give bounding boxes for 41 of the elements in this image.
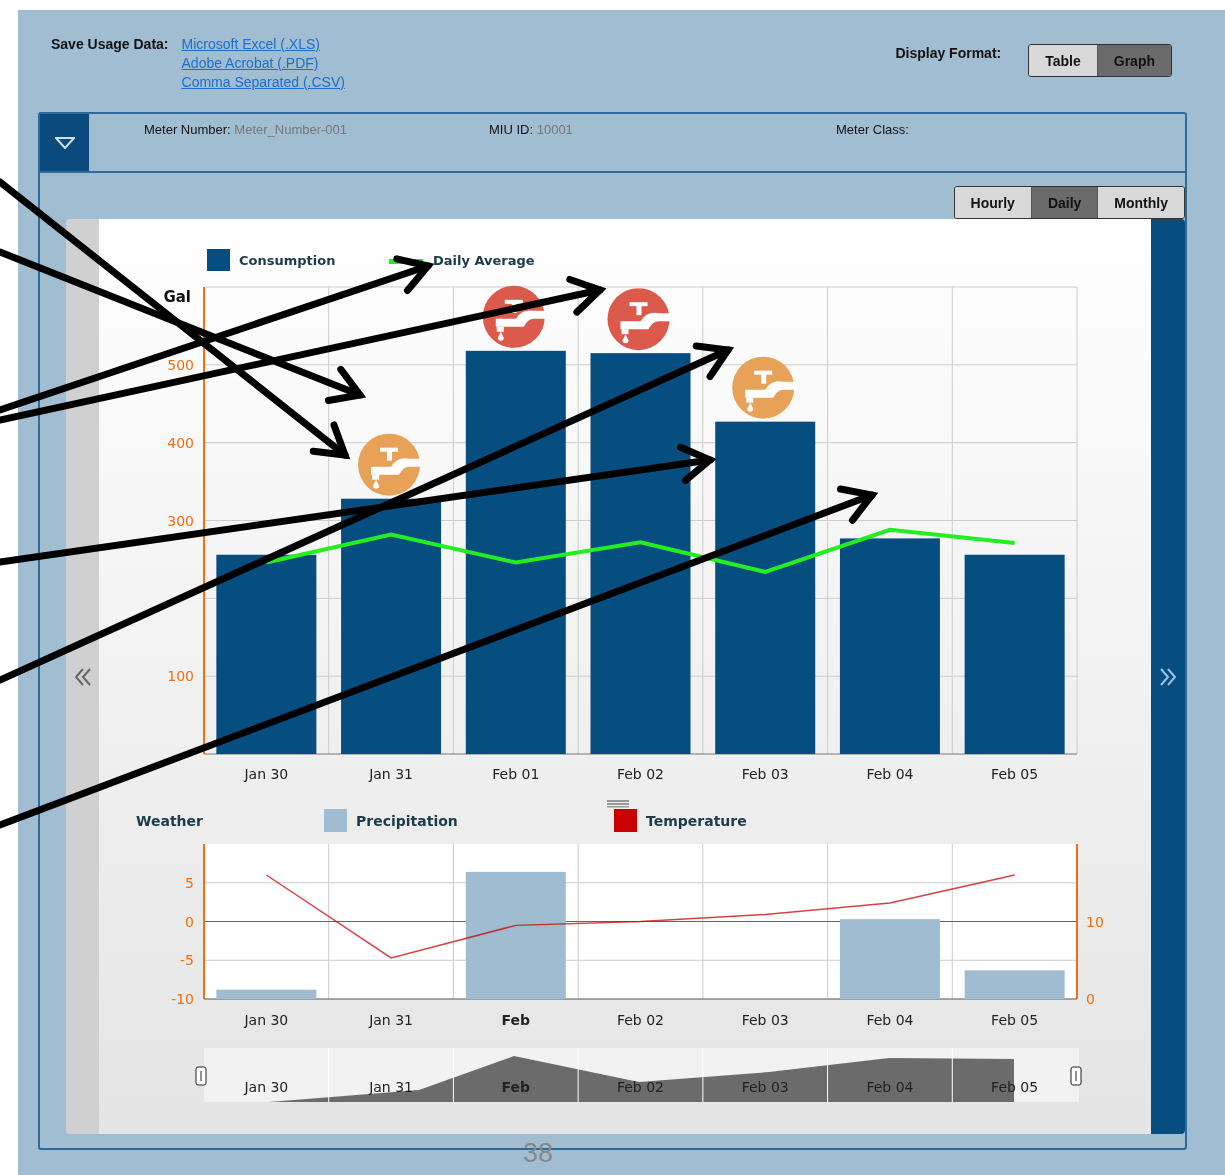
chart-title: Weather	[136, 813, 203, 829]
axis-label: Feb 03	[741, 766, 789, 782]
axis-label: Jan 31	[369, 766, 413, 782]
axis-label: 10	[1086, 913, 1104, 930]
axis-label: Feb 04	[866, 1012, 914, 1028]
axis-label: Feb	[501, 1012, 531, 1028]
navigator-label: Feb 04	[866, 1079, 914, 1095]
legend-label: Consumption	[239, 253, 336, 268]
axis-label: Jan 30	[244, 766, 289, 782]
axis-label: Feb 05	[991, 1012, 1039, 1028]
navigator-label: Feb 03	[741, 1079, 789, 1095]
save-usage-label: Save Usage Data:	[51, 36, 169, 52]
legend-label: Temperature	[646, 813, 747, 829]
legend-label: Daily Average	[433, 253, 535, 268]
axis-title: Gal	[163, 288, 191, 306]
axis-label: Feb 01	[492, 766, 540, 782]
axis-label: 0	[1086, 991, 1095, 1007]
legend-label: Precipitation	[356, 813, 458, 829]
meter-field: MIU ID: 10001	[489, 122, 836, 171]
axis-label: 100	[167, 668, 194, 685]
navigator-label: Jan 30	[244, 1079, 289, 1095]
axis-label: Feb 05	[991, 766, 1039, 782]
axis-label: 0	[185, 913, 194, 930]
navigator-label: Feb	[501, 1079, 531, 1095]
navigator-label: Feb 02	[617, 1079, 665, 1095]
axis-label: Feb 04	[866, 766, 914, 782]
axis-label: 400	[167, 434, 194, 451]
axis-label: 500	[167, 356, 194, 373]
display-format-label: Display Format:	[895, 45, 1002, 61]
axis-label: -10	[171, 991, 194, 1007]
navigator-label: Jan 31	[369, 1079, 413, 1095]
meter-field: Meter Number: Meter_Number-001	[144, 122, 489, 171]
axis-label: 5	[185, 874, 194, 891]
axis-label: -5	[180, 952, 194, 969]
axis-label: Feb 02	[617, 766, 665, 782]
axis-label: Jan 30	[244, 1012, 289, 1028]
axis-label: Jan 31	[369, 1012, 413, 1028]
meter-field: Meter Class:	[836, 122, 1036, 171]
axis-label: Feb 02	[617, 1012, 665, 1028]
axis-label: 300	[167, 512, 194, 529]
axis-label: Feb 03	[741, 1012, 789, 1028]
